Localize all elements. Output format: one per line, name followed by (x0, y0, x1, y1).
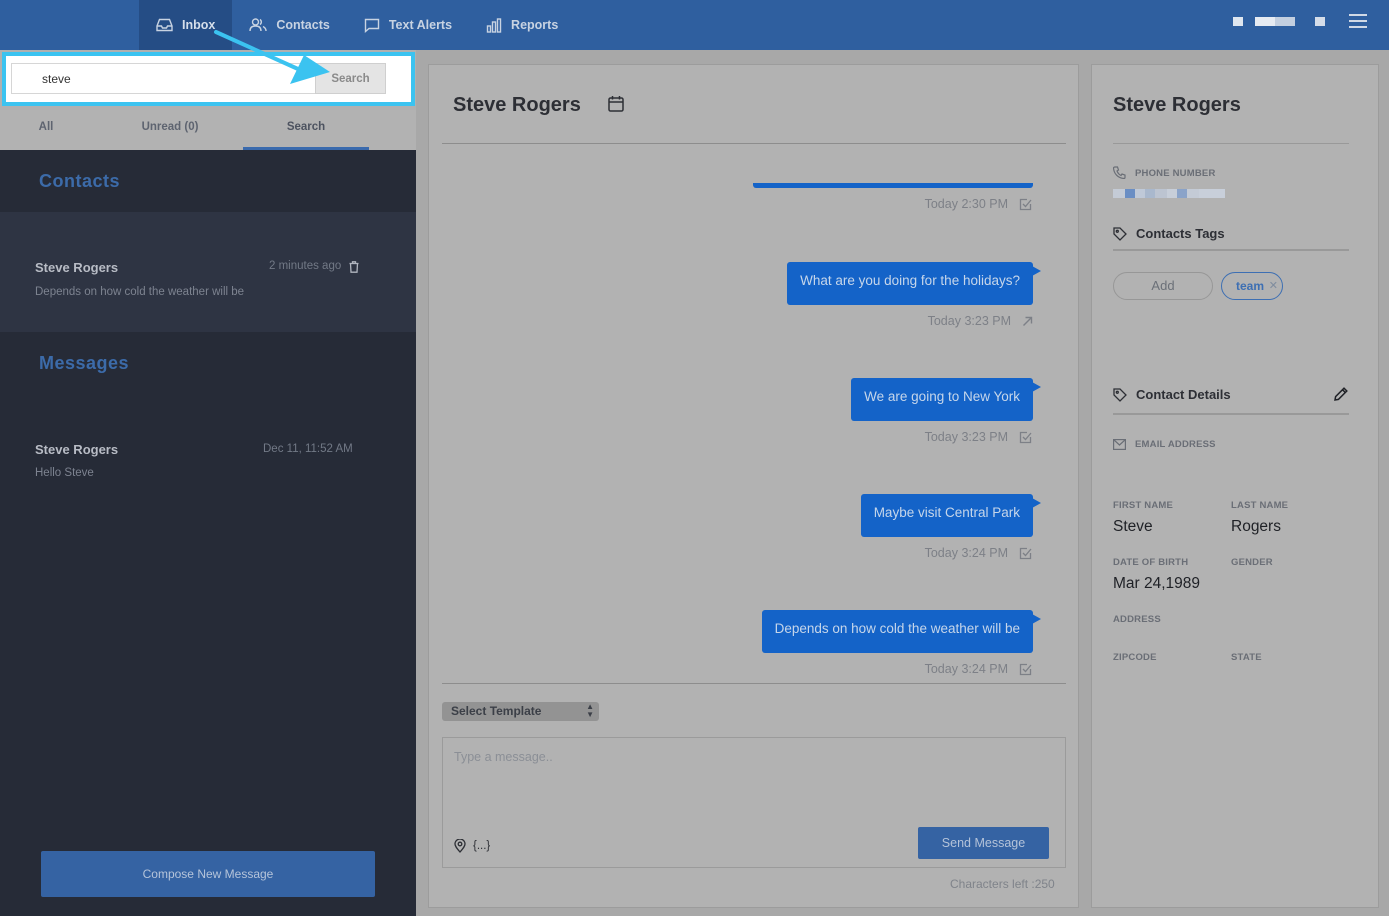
hamburger-icon[interactable] (1349, 14, 1367, 28)
phone-icon (1113, 166, 1126, 179)
first-name-label: FIRST NAME (1113, 500, 1174, 511)
message-bubble: We are going to New York (851, 378, 1041, 421)
message-timestamp: Today 3:24 PM (925, 546, 1032, 560)
email-label: EMAIL ADDRESS (1135, 439, 1216, 450)
top-nav-bar: Inbox Contacts Text Alerts Reports (0, 0, 1389, 50)
compose-new-message-button[interactable]: Compose New Message (41, 851, 375, 897)
message-snippet: Hello Steve (35, 467, 94, 479)
check-square-icon (1019, 663, 1032, 675)
contacts-tags-heading: Contacts Tags (1113, 226, 1225, 241)
edit-pencil-icon[interactable] (1333, 386, 1349, 402)
contact-result-card[interactable]: Steve Rogers 2 minutes ago Depends on ho… (0, 212, 416, 332)
tab-unread[interactable]: Unread (0) (107, 110, 233, 150)
nav-item-label: Reports (511, 18, 559, 32)
redacted-user-name (1233, 16, 1243, 26)
trash-icon[interactable] (349, 261, 359, 273)
main-nav: Inbox Contacts Text Alerts Reports (139, 0, 575, 50)
nav-item-inbox[interactable]: Inbox (139, 0, 233, 50)
contact-details-panel: Steve Rogers PHONE NUMBER Contacts Tags … (1091, 64, 1379, 908)
tag-icon (1113, 226, 1127, 241)
remove-tag-icon[interactable]: ✕ (1269, 273, 1278, 299)
message-bubble-partial (753, 183, 1033, 188)
nav-item-label: Inbox (182, 18, 216, 32)
last-name-value: Rogers (1231, 518, 1281, 535)
conversation-title: Steve Rogers (453, 94, 581, 116)
arrow-up-right-icon (1023, 316, 1033, 326)
mail-icon (1113, 439, 1126, 450)
search-bar: Search (0, 50, 416, 110)
dob-value: Mar 24,1989 (1113, 575, 1201, 592)
select-arrows-icon: ▲ ▼ (586, 702, 594, 719)
dob-label: DATE OF BIRTH (1113, 557, 1189, 568)
message-timestamp: Today 3:23 PM (925, 430, 1032, 444)
tag-icon (1113, 387, 1127, 402)
variables-button[interactable]: {...} (473, 840, 490, 852)
check-square-icon (1019, 431, 1032, 443)
send-message-button[interactable]: Send Message (918, 827, 1049, 859)
state-label: STATE (1231, 652, 1262, 663)
address-label: ADDRESS (1113, 614, 1161, 625)
message-composer: {...} Send Message (442, 737, 1066, 868)
message-bubble: What are you doing for the holidays? (787, 262, 1041, 305)
inbox-tabs: All Unread (0) Search (0, 110, 416, 150)
message-bubble: Maybe visit Central Park (860, 494, 1042, 537)
contact-time: 2 minutes ago (269, 260, 342, 272)
contacts-icon (249, 18, 268, 32)
gender-label: GENDER (1231, 557, 1273, 568)
message-timestamp: Today 3:24 PM (925, 662, 1032, 676)
phone-label: PHONE NUMBER (1135, 168, 1216, 179)
message-result-item[interactable]: Steve Rogers Dec 11, 11:52 AM Hello Stev… (0, 430, 416, 490)
conversation-panel: Steve Rogers Today 2:30 PM What are you … (428, 64, 1079, 908)
conversation-divider (442, 143, 1066, 144)
message-input[interactable] (443, 738, 1065, 818)
details-divider (1113, 413, 1349, 415)
message-timestamp: Today 3:23 PM (928, 314, 1033, 328)
check-square-icon (1019, 198, 1032, 210)
nav-item-reports[interactable]: Reports (469, 0, 575, 50)
contact-title: Steve Rogers (1113, 94, 1241, 116)
template-select[interactable]: Select Template ▲ ▼ (442, 702, 599, 721)
message-timestamp: Today 2:30 PM (925, 197, 1032, 211)
last-name-label: LAST NAME (1231, 500, 1289, 511)
tab-search[interactable]: Search (243, 110, 369, 150)
tab-all[interactable]: All (0, 110, 92, 150)
message-sender: Steve Rogers (35, 442, 119, 457)
contact-name: Steve Rogers (35, 260, 119, 275)
tags-divider (1113, 249, 1349, 251)
title-divider (1113, 143, 1349, 144)
inbox-sidebar: Search All Unread (0) Search Contacts St… (0, 50, 416, 916)
location-pin-icon[interactable] (454, 839, 466, 853)
add-tag-button[interactable]: Add (1113, 272, 1213, 300)
tag-chip-team[interactable]: team ✕ (1221, 272, 1283, 300)
bar-chart-icon (486, 17, 502, 33)
calendar-icon[interactable] (608, 95, 624, 112)
composer-divider (442, 683, 1066, 684)
contacts-heading: Contacts (39, 171, 121, 191)
characters-left: Characters left :250 (950, 877, 1055, 891)
contact-details-heading: Contact Details (1113, 387, 1231, 402)
inbox-icon (156, 18, 173, 32)
nav-item-label: Contacts (276, 18, 330, 32)
nav-item-text-alerts[interactable]: Text Alerts (347, 0, 469, 50)
search-input[interactable] (11, 63, 316, 94)
zipcode-label: ZIPCODE (1113, 652, 1157, 663)
nav-item-contacts[interactable]: Contacts (232, 0, 346, 50)
contact-snippet: Depends on how cold the weather will be (35, 286, 245, 298)
search-button[interactable]: Search (315, 63, 386, 94)
nav-item-label: Text Alerts (388, 18, 453, 32)
redacted-phone-number (1113, 189, 1225, 198)
message-bubble: Depends on how cold the weather will be (761, 610, 1042, 653)
chat-bubble-icon (364, 18, 380, 33)
user-area[interactable] (1233, 14, 1367, 28)
messages-heading: Messages (39, 353, 130, 373)
first-name-value: Steve (1113, 518, 1153, 535)
message-time: Dec 11, 11:52 AM (263, 443, 353, 455)
check-square-icon (1019, 547, 1032, 559)
